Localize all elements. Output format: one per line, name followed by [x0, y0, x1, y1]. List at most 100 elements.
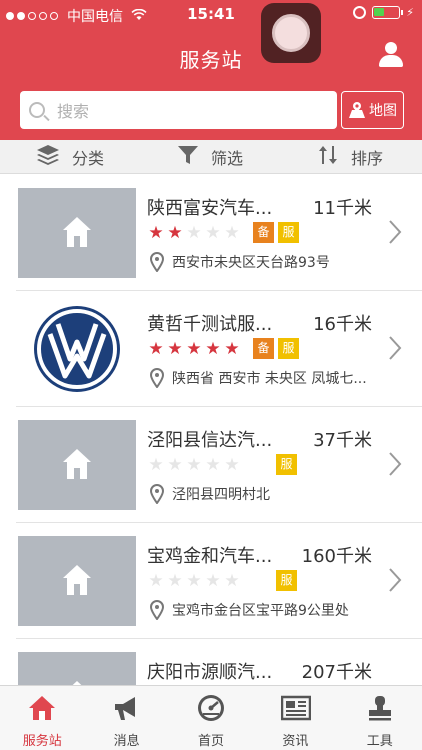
station-row[interactable]: 宝鸡金和汽车... 160千米 ★ ★ ★ ★ ★ 服宝鸡市金台区宝平路9公里处	[0, 523, 422, 639]
layers-icon	[36, 144, 60, 170]
tab-label: 工具	[366, 734, 393, 749]
star-empty-icon: ★	[205, 571, 221, 591]
spare-parts-badge: 备	[253, 222, 274, 243]
station-row[interactable]: 陕西富安汽车... 11千米 ★ ★ ★ ★ ★ 备服西安市未央区天台路93号	[0, 175, 422, 291]
placeholder-house-icon	[63, 217, 91, 247]
sort-arrows-icon	[317, 144, 339, 170]
placeholder-house-icon	[63, 449, 91, 479]
tab-tools[interactable]: 工具	[338, 686, 422, 750]
map-label: 地图	[369, 103, 397, 119]
chevron-right-icon[interactable]	[388, 335, 402, 361]
service-badges: 备服	[253, 222, 299, 243]
tab-bar: 服务站 消息 首页 资讯 工具	[0, 685, 422, 750]
newspaper-icon	[280, 694, 312, 722]
spare-parts-badge: 备	[253, 338, 274, 359]
star-filled-icon: ★	[148, 223, 164, 243]
rating-stars: ★ ★ ★ ★ ★	[147, 455, 241, 475]
tab-label: 消息	[113, 734, 140, 749]
battery-icon	[372, 6, 404, 19]
service-badge: 服	[278, 338, 299, 359]
station-distance: 16千米	[313, 314, 372, 335]
category-filter-label: 分类	[71, 149, 104, 168]
station-address-text: 宝鸡市金台区宝平路9公里处	[172, 603, 349, 619]
service-badges: 服	[276, 454, 297, 475]
star-filled-icon: ★	[167, 223, 183, 243]
search-placeholder: 搜索	[57, 102, 90, 121]
station-name: 泾阳县信达汽...	[147, 430, 273, 451]
rating-stars: ★ ★ ★ ★ ★	[147, 571, 241, 591]
tab-label: 资讯	[282, 734, 309, 749]
rotation-lock-icon	[353, 6, 367, 19]
location-pin-icon	[149, 252, 165, 273]
search-icon	[29, 102, 45, 118]
star-empty-icon: ★	[167, 571, 183, 591]
star-empty-icon: ★	[205, 455, 221, 475]
station-address: 泾阳县四明村北	[149, 484, 270, 505]
volkswagen-logo-icon	[34, 306, 120, 392]
status-bar: 中国电信 15:41 ⚡	[0, 0, 422, 30]
map-button[interactable]: 地图	[341, 91, 404, 129]
star-empty-icon: ★	[167, 455, 183, 475]
service-badges: 备服	[253, 338, 299, 359]
tab-messages[interactable]: 消息	[84, 686, 168, 750]
star-empty-icon: ★	[224, 223, 240, 243]
screen-filter-label: 筛选	[210, 149, 243, 168]
sort-filter[interactable]: 排序	[280, 140, 420, 174]
category-filter[interactable]: 分类	[0, 140, 140, 174]
station-name: 宝鸡金和汽车...	[147, 546, 273, 567]
star-filled-icon: ★	[205, 339, 221, 359]
screen-record-button[interactable]	[261, 3, 321, 63]
station-row[interactable]: 黄哲千测试服... 16千米 ★ ★ ★ ★ ★ 备服陕西省 西安市 未央区 凤城七...	[0, 291, 422, 407]
star-filled-icon: ★	[167, 339, 183, 359]
search-input[interactable]: 搜索	[20, 91, 337, 129]
station-distance: 37千米	[313, 430, 372, 451]
star-empty-icon: ★	[186, 571, 202, 591]
star-empty-icon: ★	[148, 571, 164, 591]
tab-label: 首页	[197, 734, 224, 749]
rating-stars: ★ ★ ★ ★ ★	[147, 339, 241, 359]
rating-stars: ★ ★ ★ ★ ★	[147, 223, 241, 243]
service-badge: 服	[278, 222, 299, 243]
app-header: 中国电信 15:41 ⚡ 服务站 搜索 地图	[0, 0, 422, 140]
star-empty-icon: ★	[186, 223, 202, 243]
station-row[interactable]: 庆阳市源顺汽... 207千米	[0, 639, 422, 685]
star-empty-icon: ★	[224, 571, 240, 591]
location-pin-icon	[149, 600, 165, 621]
chevron-right-icon[interactable]	[388, 451, 402, 477]
star-filled-icon: ★	[224, 339, 240, 359]
speedometer-icon	[197, 694, 225, 722]
stamp-icon	[366, 694, 394, 722]
station-row[interactable]: 泾阳县信达汽... 37千米 ★ ★ ★ ★ ★ 服泾阳县四明村北	[0, 407, 422, 523]
tab-label: 服务站	[22, 734, 62, 749]
station-address-text: 西安市未央区天台路93号	[172, 255, 330, 271]
chevron-right-icon[interactable]	[388, 219, 402, 245]
station-thumbnail	[18, 536, 136, 626]
tab-home[interactable]: 首页	[169, 686, 253, 750]
location-pin-icon	[149, 484, 165, 505]
house-icon	[28, 694, 56, 722]
star-empty-icon: ★	[186, 455, 202, 475]
charging-icon: ⚡	[406, 6, 414, 19]
tab-news[interactable]: 资讯	[253, 686, 337, 750]
station-thumbnail	[18, 188, 136, 278]
star-filled-icon: ★	[186, 339, 202, 359]
service-badge: 服	[276, 454, 297, 475]
station-name: 庆阳市源顺汽...	[147, 662, 273, 683]
station-name: 陕西富安汽车...	[147, 198, 273, 219]
station-distance: 160千米	[301, 546, 372, 567]
station-address: 陕西省 西安市 未央区 凤城七...	[149, 368, 367, 389]
vw-logo-image	[18, 304, 136, 394]
station-thumbnail	[18, 420, 136, 510]
sort-filter-label: 排序	[350, 149, 383, 168]
station-address-text: 泾阳县四明村北	[172, 487, 270, 503]
user-profile-icon[interactable]	[379, 42, 403, 68]
tab-service-station[interactable]: 服务站	[0, 686, 84, 750]
funnel-icon	[177, 144, 199, 170]
station-distance: 207千米	[301, 662, 372, 683]
placeholder-house-icon	[63, 565, 91, 595]
chevron-right-icon[interactable]	[388, 567, 402, 593]
page-title: 服务站	[179, 48, 243, 72]
map-icon	[348, 101, 366, 119]
service-badge: 服	[276, 570, 297, 591]
screen-filter[interactable]: 筛选	[140, 140, 280, 174]
